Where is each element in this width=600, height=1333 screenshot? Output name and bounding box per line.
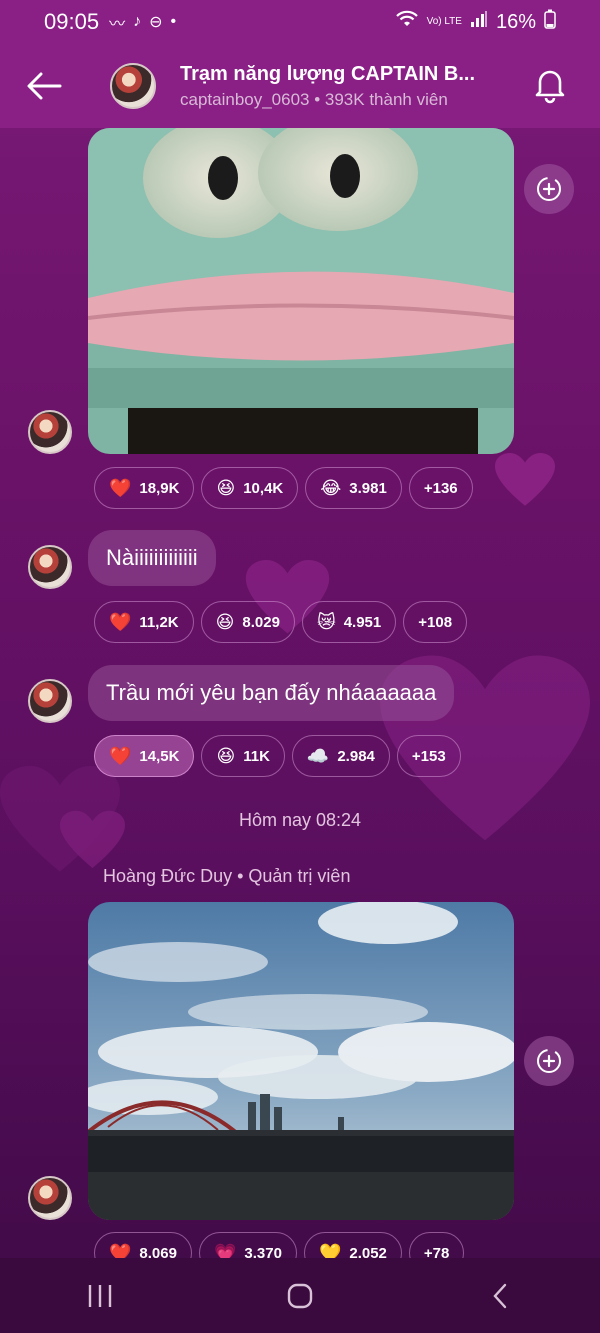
sound-wave-icon: 〰 [109, 16, 126, 33]
bell-icon [535, 70, 565, 104]
more-reactions-chip[interactable]: +108 [403, 601, 468, 643]
frog-face-photo [88, 128, 514, 454]
reaction-count: 11,2K [139, 613, 179, 631]
battery-icon [544, 9, 556, 35]
heart-emoji-icon: ❤️ [109, 612, 132, 632]
save-image-button[interactable] [524, 164, 574, 214]
system-back-button[interactable] [470, 1266, 530, 1326]
recent-apps-button[interactable] [70, 1266, 130, 1326]
reactions-row: ❤️ 11,2K 😆 8.029 😿 4.951 +108 [94, 601, 468, 643]
laughing-emoji-icon: 😆 [216, 746, 236, 766]
status-bar: 09:05 〰 ♪ ⊖ • Vo) LTE 16% [0, 0, 600, 44]
tiktok-icon: ♪ [133, 13, 142, 30]
reactions-row: ❤️ 14,5K 😆 11K ☁️ 2.984 +153 [94, 735, 461, 777]
laughing-emoji-icon: 😆 [216, 478, 236, 498]
heart-emoji-icon: ❤️ [109, 478, 132, 498]
notification-bell-button[interactable] [530, 64, 570, 104]
more-reactions-chip[interactable]: +153 [396, 735, 461, 777]
do-not-disturb-icon: ⊖ [149, 14, 163, 31]
status-time: 09:05 [44, 9, 100, 34]
reactions-row: ❤️ 18,9K 😆 10,4K 😂 3.981 +136 [94, 467, 473, 509]
channel-title: Trạm năng lượng CAPTAIN B... [180, 62, 476, 85]
dot-icon: • [170, 13, 177, 30]
back-arrow-icon [27, 72, 62, 100]
message-text: Trầu mới yêu bạn đấy nháaaaaaa [106, 680, 437, 705]
battery-percent: 16% [495, 10, 536, 33]
reaction-count: 11K [243, 747, 270, 765]
reaction-chip[interactable]: 😆 10,4K [201, 467, 299, 509]
reaction-chip[interactable]: 😆 8.029 [200, 601, 295, 643]
signal-icon [470, 10, 488, 34]
reaction-count: 4.951 [343, 613, 382, 631]
reaction-count: 3.981 [349, 479, 387, 497]
reaction-count: 18,9K [139, 479, 180, 497]
message-image-frog[interactable] [88, 128, 514, 454]
sender-avatar[interactable] [28, 1176, 72, 1220]
reaction-count: 8.029 [242, 613, 280, 631]
system-navigation-bar [0, 1258, 600, 1333]
message-bubble[interactable]: Nàiiiiiiiiiiiii [88, 530, 216, 586]
sender-name-line: Hoàng Đức Duy • Quản trị viên [103, 866, 351, 886]
notification-icons: 〰 ♪ ⊖ • [109, 10, 176, 34]
reaction-chip[interactable]: ❤️ 18,9K [94, 467, 195, 509]
network-label: Vo) LTE [426, 16, 462, 27]
message-image-sky[interactable] [88, 902, 514, 1220]
heart-emoji-icon: ❤️ [109, 746, 132, 766]
sender-avatar[interactable] [28, 410, 72, 454]
message-text: Nàiiiiiiiiiiiii [106, 545, 198, 570]
reaction-chip[interactable]: ☁️ 2.984 [291, 735, 390, 777]
chevron-left-icon [493, 1283, 507, 1308]
message-bubble[interactable]: Trầu mới yêu bạn đấy nháaaaaaa [88, 665, 455, 721]
reaction-chip[interactable]: ❤️ 11,2K [94, 601, 194, 643]
more-reactions-chip[interactable]: +136 [408, 467, 473, 509]
cloud-emoji-icon: ☁️ [306, 746, 330, 766]
reaction-chip[interactable]: 😿 4.951 [301, 601, 397, 643]
reaction-chip[interactable]: 😆 11K [201, 735, 285, 777]
reaction-count: +136 [423, 479, 458, 497]
recent-apps-icon [88, 1284, 112, 1307]
channel-avatar[interactable] [110, 63, 156, 109]
reaction-chip[interactable]: 😂 3.981 [305, 467, 402, 509]
home-button[interactable] [270, 1266, 330, 1326]
reaction-count: 2.984 [337, 747, 375, 765]
reaction-count: 14,5K [139, 747, 180, 765]
channel-info[interactable]: Trạm năng lượng CAPTAIN B... captainboy_… [180, 63, 500, 110]
reaction-count: 10,4K [243, 479, 284, 497]
save-circle-plus-icon [537, 177, 561, 201]
crying-cat-emoji-icon: 😿 [316, 612, 336, 632]
sender-avatar[interactable] [28, 679, 72, 723]
home-icon [287, 1283, 313, 1308]
reaction-chip-selected[interactable]: ❤️ 14,5K [94, 735, 195, 777]
save-circle-plus-icon [537, 1049, 561, 1073]
reaction-count: +108 [418, 613, 453, 631]
laughing-emoji-icon: 😆 [215, 612, 235, 632]
save-image-button[interactable] [524, 1036, 574, 1086]
tears-of-joy-emoji-icon: 😂 [320, 478, 342, 498]
back-button[interactable] [22, 64, 66, 108]
background-heart-decoration [495, 445, 555, 515]
channel-header: Trạm năng lượng CAPTAIN B... captainboy_… [0, 44, 600, 128]
reaction-count: +153 [411, 747, 446, 765]
sender-avatar[interactable] [28, 545, 72, 589]
sky-city-bridge-photo [88, 902, 514, 1220]
wifi-icon [395, 10, 419, 34]
channel-subtitle: captainboy_0603 • 393K thành viên [180, 89, 448, 109]
date-divider: Hôm nay 08:24 [238, 810, 362, 830]
